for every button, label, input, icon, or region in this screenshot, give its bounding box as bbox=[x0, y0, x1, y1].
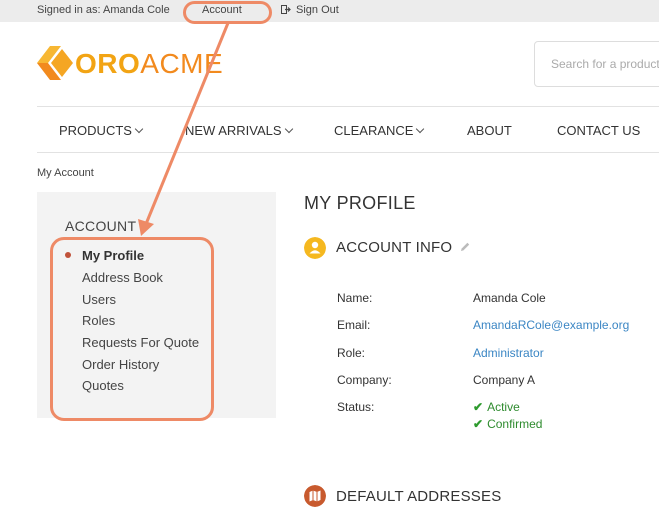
nav-new-arrivals-label: NEW ARRIVALS bbox=[185, 123, 282, 138]
check-icon: ✔ bbox=[473, 400, 484, 414]
page-title: MY PROFILE bbox=[304, 193, 416, 213]
company-value: Company A bbox=[473, 373, 536, 387]
account-info-heading: ACCOUNT INFO bbox=[336, 239, 471, 256]
name-label: Name: bbox=[337, 291, 373, 305]
user-icon bbox=[304, 237, 326, 259]
sign-out-label: Sign Out bbox=[296, 4, 339, 16]
search-input[interactable]: Search for a product bbox=[534, 41, 659, 87]
annotation-sidebar-highlight bbox=[50, 237, 214, 421]
nav-about[interactable]: ABOUT bbox=[467, 123, 512, 138]
status-active: ✔ Active bbox=[473, 400, 520, 414]
logo-mark-icon bbox=[37, 46, 73, 80]
logo-text: OROACME bbox=[75, 48, 223, 80]
signed-in-label: Signed in as: Amanda Cole bbox=[37, 4, 170, 16]
email-link[interactable]: AmandaRCole@example.org bbox=[473, 318, 629, 332]
sign-out-link[interactable]: Sign Out bbox=[281, 4, 339, 16]
chevron-down-icon bbox=[284, 124, 293, 134]
default-addresses-title: DEFAULT ADDRESSES bbox=[336, 488, 502, 505]
status-active-label: Active bbox=[487, 400, 520, 414]
logo-text-oro: ORO bbox=[75, 48, 141, 79]
check-icon: ✔ bbox=[473, 417, 484, 431]
email-label: Email: bbox=[337, 318, 371, 332]
role-label: Role: bbox=[337, 346, 366, 360]
breadcrumb[interactable]: My Account bbox=[37, 167, 94, 179]
company-label: Company: bbox=[337, 373, 392, 387]
logo-text-acme: ACME bbox=[140, 48, 224, 79]
status-confirmed: ✔ Confirmed bbox=[473, 417, 542, 431]
nav-divider bbox=[37, 152, 659, 153]
chevron-down-icon bbox=[134, 124, 144, 134]
name-value: Amanda Cole bbox=[473, 291, 546, 305]
status-confirmed-label: Confirmed bbox=[487, 417, 543, 431]
nav-products-label: PRODUCTS bbox=[59, 123, 132, 138]
map-icon bbox=[304, 485, 326, 507]
sign-out-icon bbox=[281, 5, 291, 14]
nav-contact-us[interactable]: CONTACT US bbox=[557, 123, 640, 138]
nav-products[interactable]: PRODUCTS bbox=[59, 123, 144, 138]
chevron-down-icon bbox=[416, 124, 425, 134]
header-divider bbox=[37, 106, 659, 107]
pencil-edit-icon[interactable] bbox=[459, 241, 471, 253]
sidebar-title: ACCOUNT bbox=[65, 218, 137, 234]
role-link[interactable]: Administrator bbox=[473, 346, 544, 360]
nav-new-arrivals[interactable]: NEW ARRIVALS bbox=[185, 123, 293, 138]
account-info-title: ACCOUNT INFO bbox=[336, 239, 453, 256]
annotation-account-highlight bbox=[183, 1, 272, 24]
nav-clearance-label: CLEARANCE bbox=[334, 123, 414, 138]
nav-clearance[interactable]: CLEARANCE bbox=[334, 123, 425, 138]
top-utility-bar: Signed in as: Amanda Cole Account Sign O… bbox=[0, 0, 659, 22]
status-label: Status: bbox=[337, 400, 375, 414]
